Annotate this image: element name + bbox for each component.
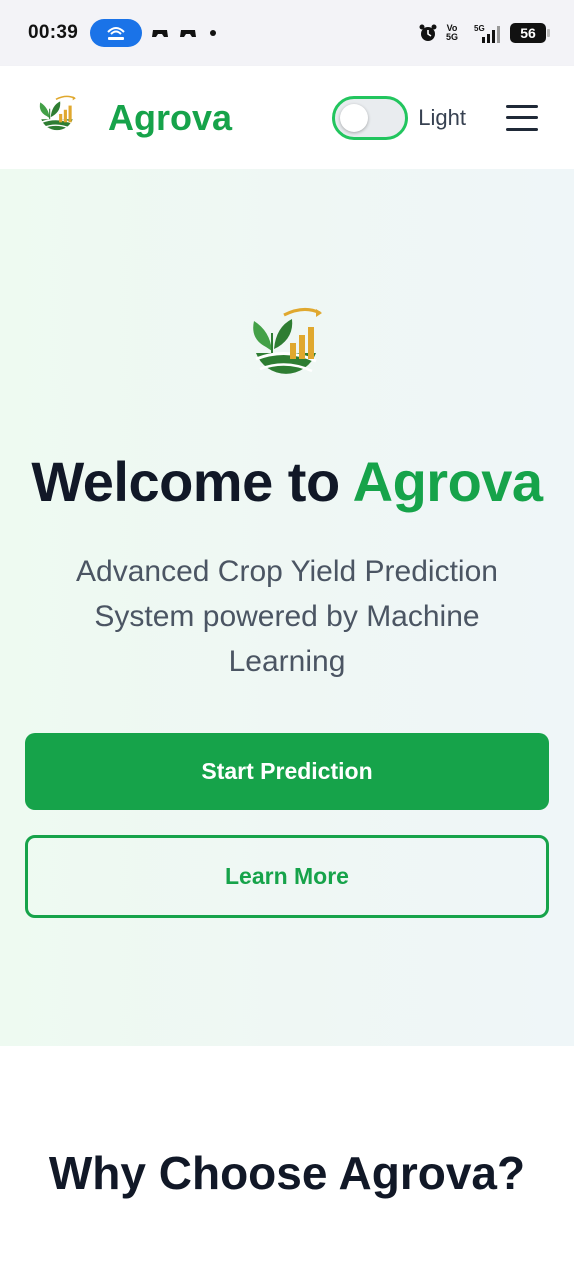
hero-subtitle: Advanced Crop Yield Prediction System po…	[76, 555, 498, 678]
volte-indicator: Vo 5G	[446, 24, 458, 42]
volte-line-2: 5G	[445, 32, 458, 42]
game-icon	[150, 24, 170, 42]
game-icon	[178, 24, 198, 42]
battery-icon: 56	[510, 23, 550, 43]
why-choose-title: Why Choose Agrova?	[48, 1147, 526, 1199]
signal-icon: 5G	[474, 24, 502, 43]
menu-line	[506, 127, 538, 131]
status-bar: 00:39 Vo 5G 5G 56	[0, 0, 574, 66]
hotspot-icon	[90, 19, 143, 47]
agrova-logo-icon[interactable]	[36, 93, 78, 142]
hamburger-menu-icon[interactable]	[506, 104, 538, 131]
hero-title: Welcome to Agrova	[0, 449, 574, 514]
theme-toggle-knob	[340, 103, 369, 132]
brand-name[interactable]: Agrova	[108, 97, 232, 139]
status-time: 00:39	[28, 22, 79, 43]
menu-line	[506, 116, 538, 119]
menu-line	[506, 104, 538, 108]
navbar: Agrova Light	[0, 66, 574, 169]
theme-toggle[interactable]	[332, 95, 409, 140]
hero-section: Welcome to Agrova Advanced Crop Yield Pr…	[0, 169, 574, 1046]
theme-label: Light	[418, 104, 466, 130]
learn-more-button[interactable]: Learn More	[25, 835, 549, 918]
hero-title-accent: Agrova	[352, 450, 543, 513]
start-prediction-button[interactable]: Start Prediction	[25, 733, 549, 810]
notification-dot-icon	[210, 30, 217, 36]
alarm-icon	[418, 24, 438, 42]
why-choose-section: Why Choose Agrova?	[0, 1046, 574, 1280]
svg-text:5G: 5G	[474, 24, 485, 33]
hero-title-prefix: Welcome to	[31, 450, 353, 513]
